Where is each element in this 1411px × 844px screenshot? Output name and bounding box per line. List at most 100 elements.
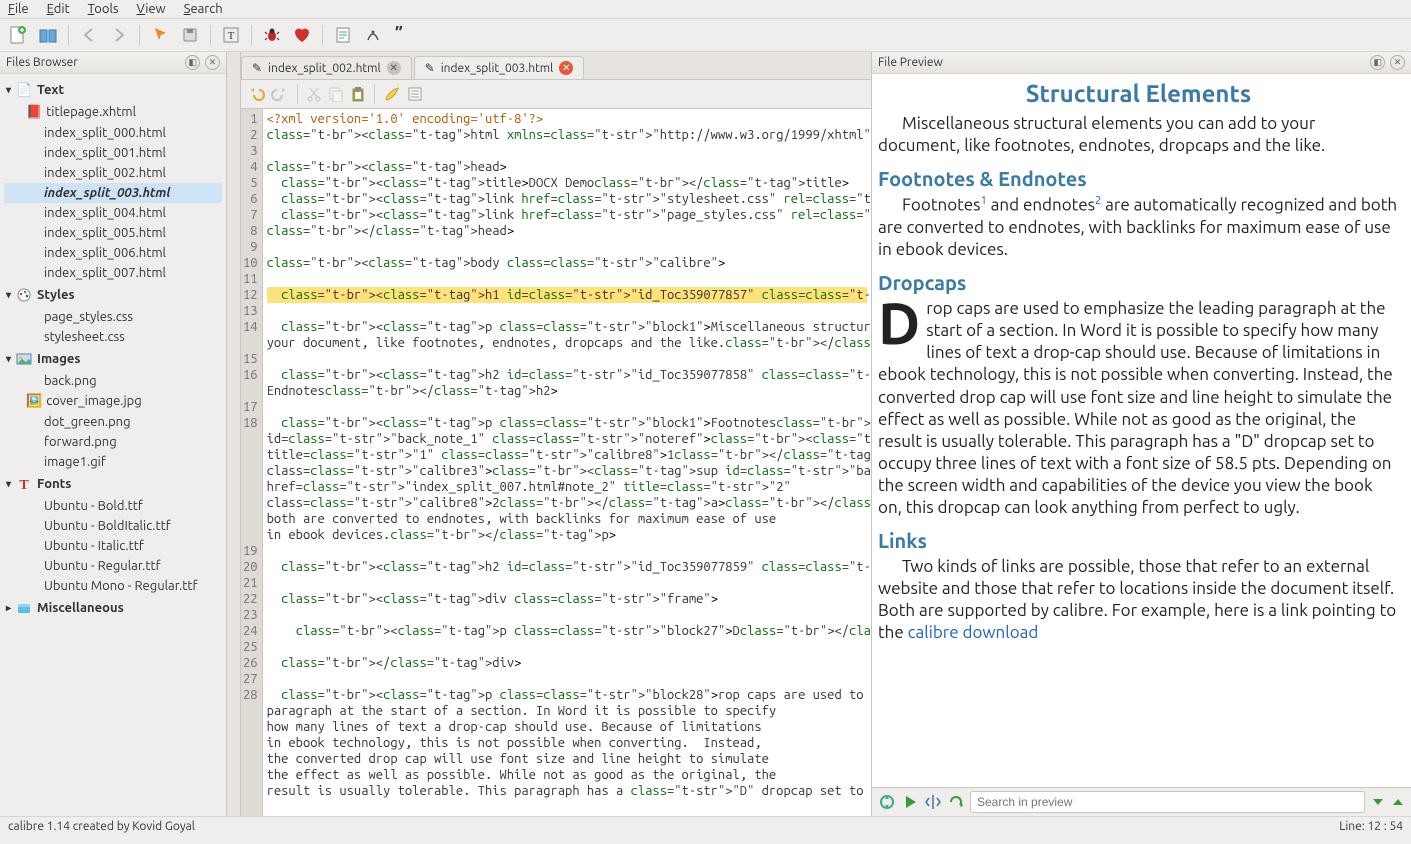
panel-detach-icon[interactable]: ◧ [185,55,200,70]
file-item[interactable]: index_split_006.html [0,243,226,263]
preview-panel: File Preview ◧ ✕ Structural Elements Mis… [871,52,1411,816]
bug-icon[interactable] [260,23,284,47]
cat-text[interactable]: ▾📄Text [0,78,226,102]
reload-icon[interactable] [948,794,964,810]
files-browser-title: Files Browser ◧ ✕ [0,52,226,74]
file-item[interactable]: Ubuntu - Regular.ttf [0,556,226,576]
file-item[interactable]: dot_green.png [0,412,226,432]
doc1-icon[interactable] [331,23,355,47]
quote-icon[interactable]: ” [391,23,415,47]
menu-view[interactable]: View [137,2,166,16]
file-item[interactable]: index_split_000.html [0,123,226,143]
cat-misc[interactable]: ▸Miscellaneous [0,596,226,620]
panel-close-icon[interactable]: ✕ [1390,55,1405,70]
file-tree[interactable]: ▾📄Text 📕titlepage.xhtmlindex_split_000.h… [0,74,226,816]
pencil-icon: ✎ [425,61,435,75]
preview-p3: Drop caps are used to emphasize the lead… [878,298,1399,519]
preview-h2c: Links [878,529,1399,552]
file-item[interactable]: Ubuntu - Bold.ttf [0,496,226,516]
menu-search[interactable]: Search [184,2,223,16]
tab-label: index_split_003.html [441,62,554,75]
code-editor[interactable]: 1234567891011121314151617181920212223242… [241,109,871,816]
preview-p2: Footnotes1 and endnotes2 are automatical… [878,194,1399,261]
cat-styles[interactable]: ▾Styles [0,283,226,307]
menu-file[interactable]: File [8,2,29,16]
status-bar: calibre 1.14 created by Kovid Goyal Line… [0,816,1411,836]
cursor-icon[interactable] [148,23,172,47]
footnote-2-link[interactable]: 2 [1095,195,1101,207]
cat-fonts[interactable]: ▾TFonts [0,472,226,496]
cut-icon[interactable] [306,86,322,102]
footnote-1-link[interactable]: 1 [981,195,987,207]
sync-icon[interactable] [878,793,896,811]
file-item[interactable]: index_split_004.html [0,203,226,223]
file-item[interactable]: 🖼️cover_image.jpg [0,391,226,412]
preview-h2a: Footnotes & Endnotes [878,167,1399,190]
close-icon[interactable]: ✕ [387,61,401,75]
close-icon[interactable]: ✕ [559,61,573,75]
search-prev-icon[interactable] [1391,795,1405,809]
panel-detach-icon[interactable]: ◧ [1370,55,1385,70]
files-browser-label: Files Browser [6,56,78,69]
doc2-icon[interactable] [361,23,385,47]
file-item[interactable]: Ubuntu - Italic.ttf [0,536,226,556]
tab-0[interactable]: ✎ index_split_002.html ✕ [241,56,412,79]
copy-icon[interactable] [328,86,344,102]
code-area[interactable]: <?xml version='1.0' encoding='utf-8'?>cl… [263,109,871,816]
paste-icon[interactable] [350,86,366,102]
cat-images[interactable]: ▾Images [0,347,226,371]
gutter: 1234567891011121314151617181920212223242… [241,109,263,816]
menu-tools[interactable]: Tools [88,2,119,16]
preview-content[interactable]: Structural Elements Miscellaneous struct… [872,74,1411,787]
pencil-icon: ✎ [252,61,262,75]
menubar: File Edit Tools View Search [0,0,1411,19]
dropcap: D [878,298,926,346]
heart-icon[interactable] [290,23,314,47]
brush-icon[interactable] [383,85,401,103]
list-icon[interactable] [407,86,423,102]
svg-text:”: ” [395,26,403,44]
svg-text:T: T [228,30,235,42]
left-scroll-gap [227,52,241,816]
preview-p1: Miscellaneous structural elements you ca… [878,113,1399,157]
file-item[interactable]: back.png [0,371,226,391]
file-item[interactable]: 📕titlepage.xhtml [0,102,226,123]
file-item[interactable]: image1.gif [0,452,226,472]
calibre-download-link[interactable]: calibre download [908,623,1039,642]
preview-title: File Preview ◧ ✕ [872,52,1411,74]
file-item[interactable]: page_styles.css [0,307,226,327]
search-next-icon[interactable] [1371,795,1385,809]
search-input[interactable] [970,791,1365,813]
disk-icon[interactable] [178,23,202,47]
nav-forward-icon[interactable] [107,23,131,47]
file-item[interactable]: index_split_002.html [0,163,226,183]
svg-text:T: T [19,478,29,492]
file-item[interactable]: index_split_007.html [0,263,226,283]
file-item[interactable]: index_split_003.html [4,183,222,203]
files-browser-panel: Files Browser ◧ ✕ ▾📄Text 📕titlepage.xhtm… [0,52,227,816]
split-icon[interactable] [924,793,942,811]
editor-panel: ✎ index_split_002.html ✕ ✎ index_split_0… [241,52,871,816]
main-toolbar: T ” [0,19,1411,52]
preview-h1: Structural Elements [878,80,1399,107]
editor-toolbar [241,80,871,109]
file-item[interactable]: index_split_001.html [0,143,226,163]
play-icon[interactable] [902,794,918,810]
file-item[interactable]: index_split_005.html [0,223,226,243]
menu-edit[interactable]: Edit [47,2,70,16]
file-item[interactable]: Ubuntu Mono - Regular.ttf [0,576,226,596]
open-book-icon[interactable] [36,23,60,47]
new-file-icon[interactable] [6,23,30,47]
preview-toolbar [872,787,1411,816]
undo-icon[interactable] [247,85,265,103]
text-icon[interactable]: T [219,23,243,47]
nav-back-icon[interactable] [77,23,101,47]
file-item[interactable]: forward.png [0,432,226,452]
tab-label: index_split_002.html [268,62,381,75]
file-item[interactable]: Ubuntu - BoldItalic.ttf [0,516,226,536]
file-item[interactable]: stylesheet.css [0,327,226,347]
tab-1[interactable]: ✎ index_split_003.html ✕ [414,56,585,79]
panel-close-icon[interactable]: ✕ [205,55,220,70]
redo-icon[interactable] [271,85,289,103]
status-left: calibre 1.14 created by Kovid Goyal [8,820,195,833]
